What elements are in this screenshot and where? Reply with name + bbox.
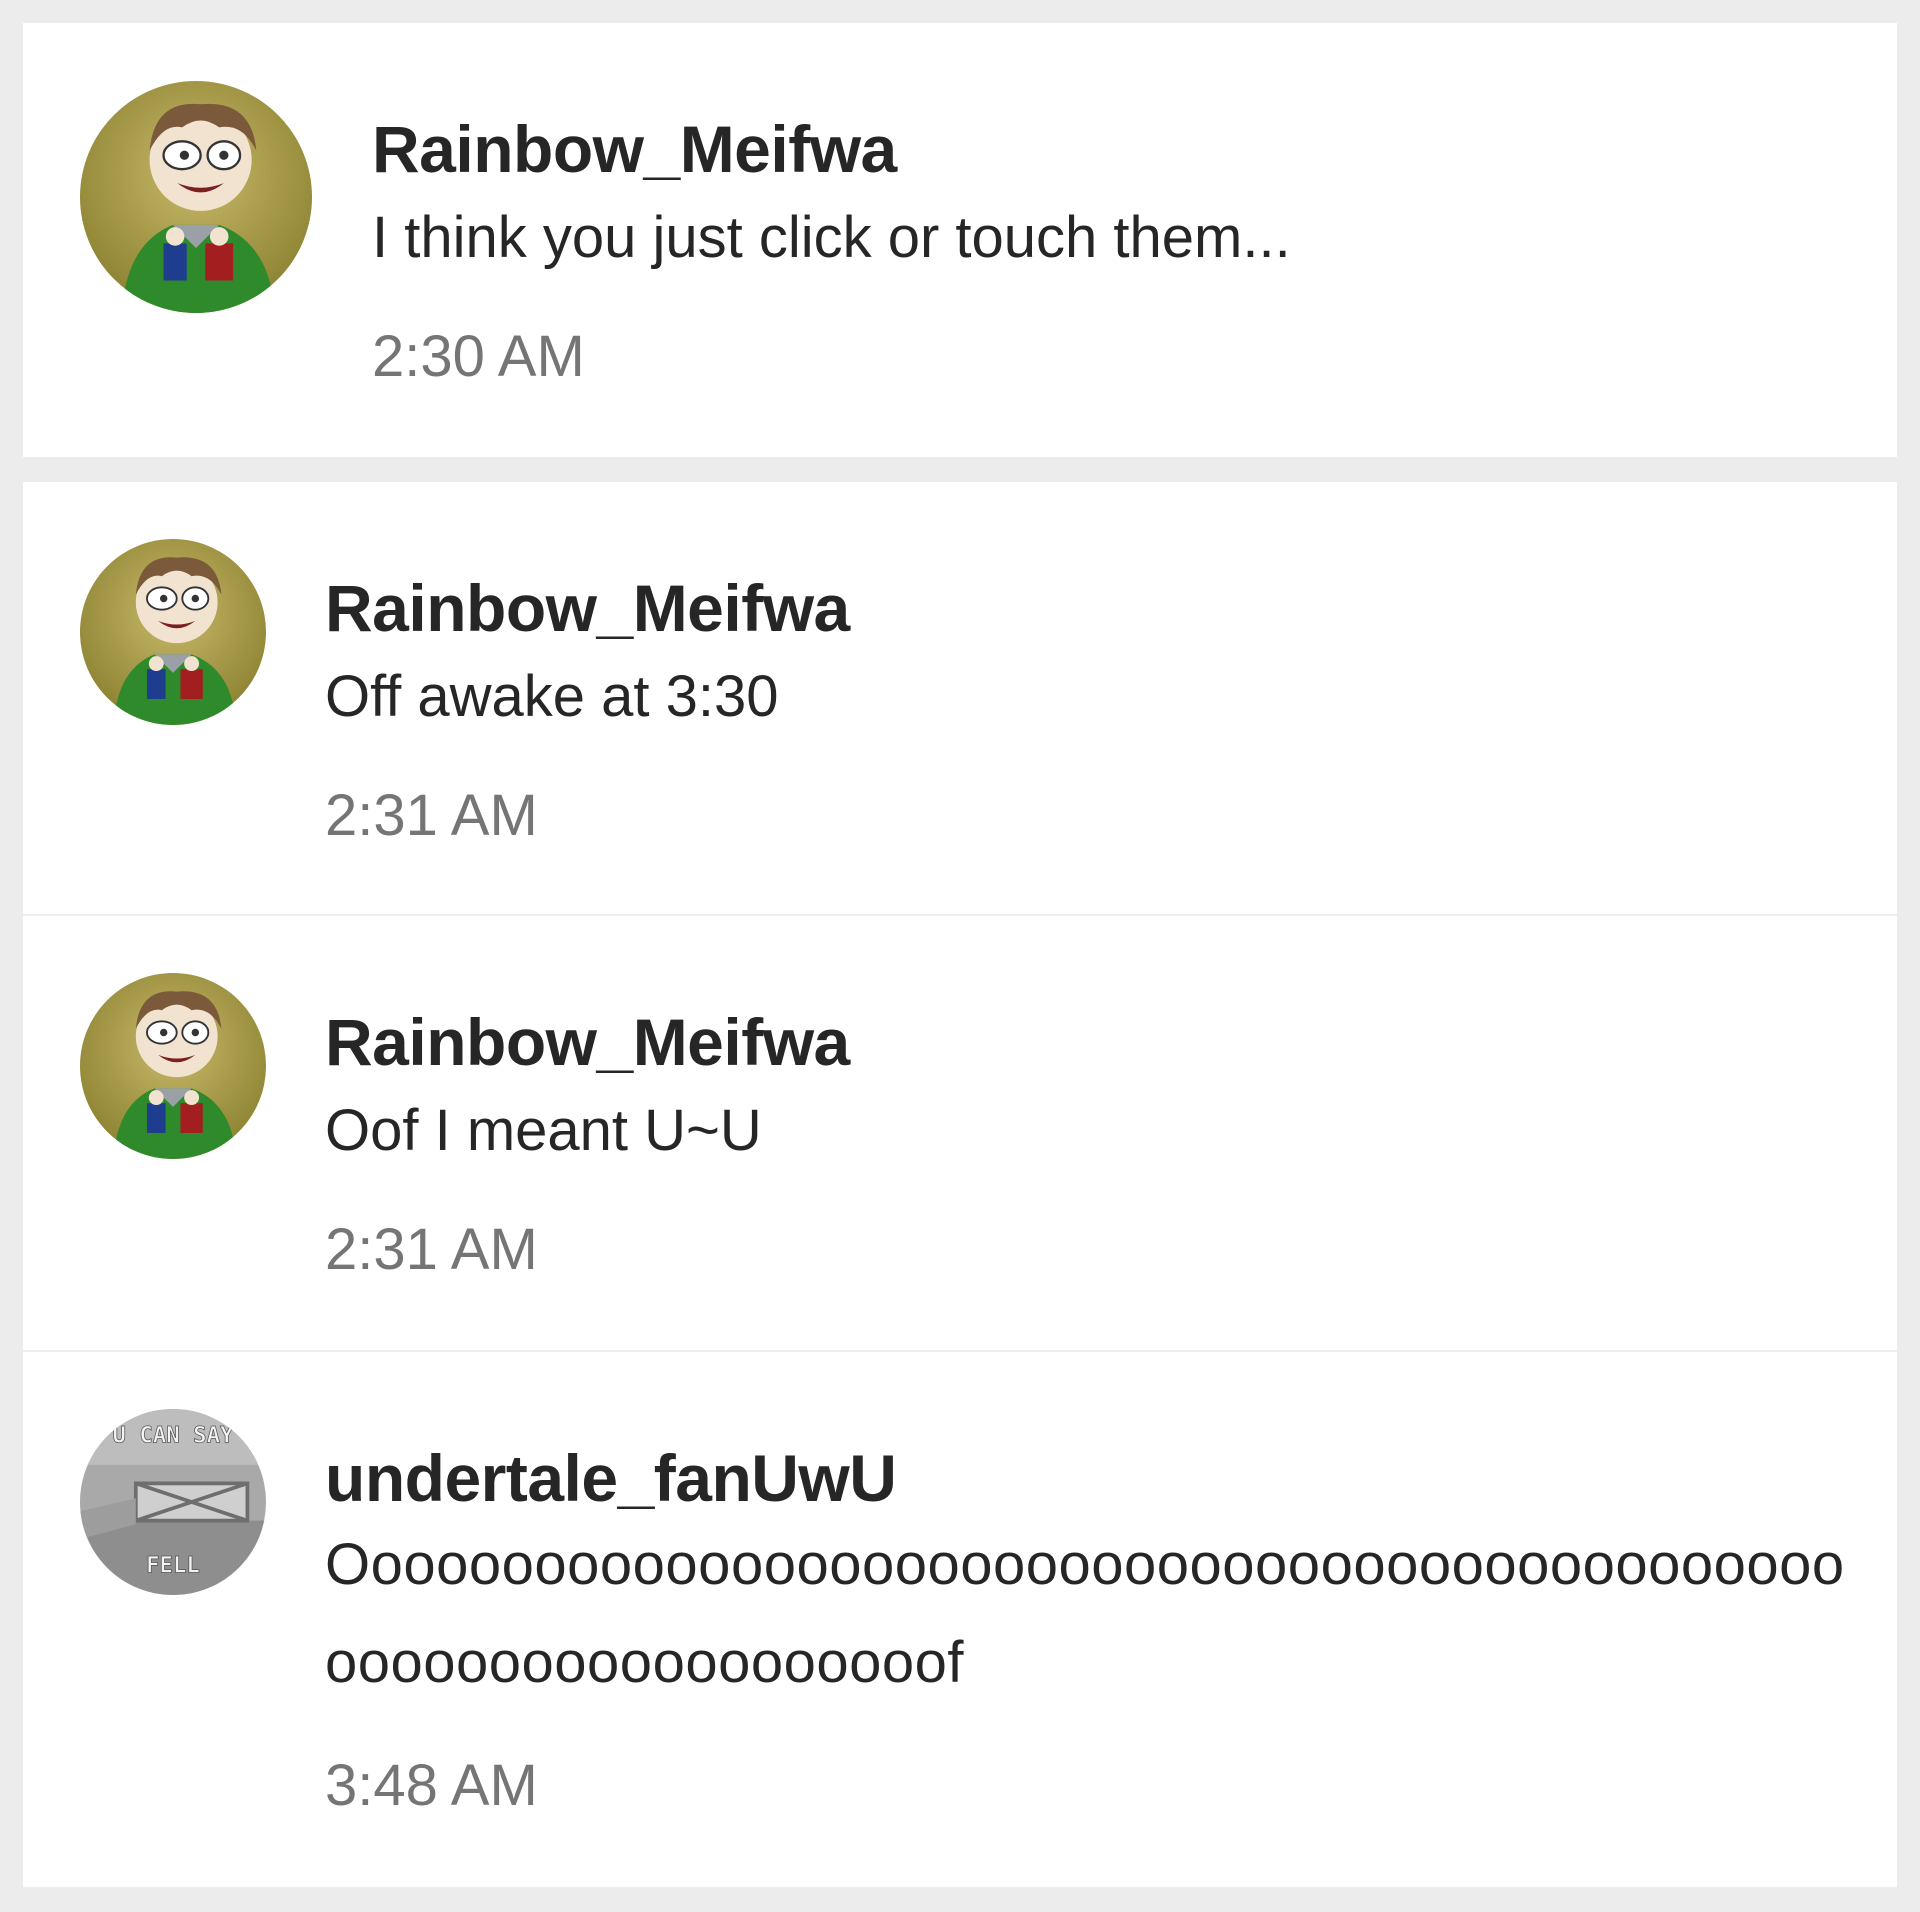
message-text: Oooooooooooooooooooooooooooooooooooooooo… [325, 1532, 1845, 1695]
username[interactable]: Rainbow_Meifwa [372, 111, 897, 187]
avatar[interactable] [80, 973, 266, 1159]
divider [23, 1350, 1897, 1352]
message-card: Rainbow_Meifwa I think you just click or… [23, 23, 1897, 457]
avatar[interactable]: U CAN SAY FELL [80, 1409, 266, 1595]
cartoon-character-avatar-icon [80, 539, 266, 725]
timestamp: 2:30 AM [372, 324, 585, 389]
timestamp: 2:31 AM [325, 1217, 538, 1282]
username[interactable]: Rainbow_Meifwa [325, 1004, 850, 1080]
timestamp: 3:48 AM [325, 1753, 538, 1818]
username[interactable]: Rainbow_Meifwa [325, 570, 850, 646]
timestamp: 2:31 AM [325, 783, 538, 848]
grayscale-meme-avatar-icon: U CAN SAY FELL [80, 1409, 266, 1595]
message-card: Rainbow_Meifwa Off awake at 3:30 2:31 AM [23, 482, 1897, 1887]
avatar[interactable] [80, 81, 312, 313]
avatar[interactable] [80, 539, 266, 725]
avatar-text-bottom: FELL [146, 1553, 200, 1579]
message-text: I think you just click or touch them... [372, 205, 1291, 270]
cartoon-character-avatar-icon [80, 81, 312, 313]
message-text: Off awake at 3:30 [325, 664, 779, 729]
cartoon-character-avatar-icon [80, 973, 266, 1159]
message-text: Oof I meant U~U [325, 1098, 762, 1163]
username[interactable]: undertale_fanUwU [325, 1440, 897, 1516]
divider [23, 914, 1897, 916]
avatar-text-top: U CAN SAY [113, 1422, 234, 1448]
